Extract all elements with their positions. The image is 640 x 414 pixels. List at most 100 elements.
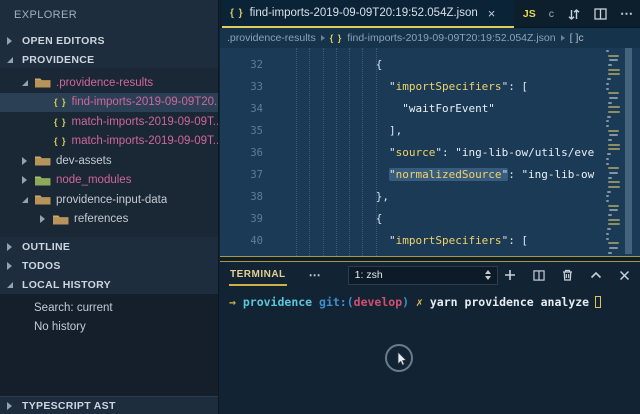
terminal-more-icon[interactable]: ⋯	[309, 268, 322, 282]
minimap-line	[604, 214, 626, 216]
line-number: 36	[220, 142, 263, 164]
minimap-line	[604, 228, 626, 230]
tree-item-match-imports-2019-09-09t-[interactable]: { }match-imports-2019-09-09T...	[0, 112, 218, 132]
code-line[interactable]: 32 {	[220, 54, 604, 76]
c-action-button[interactable]: c	[549, 8, 554, 20]
minimap-line-seg	[607, 78, 611, 80]
json-punctuation: {	[376, 58, 383, 71]
tree-item-dev-assets[interactable]: dev-assets	[0, 151, 218, 171]
new-terminal-icon[interactable]	[504, 269, 516, 281]
section-open-editors[interactable]: OPEN EDITORS	[0, 31, 218, 50]
sidebar-title: EXPLORER	[0, 0, 218, 30]
js-beautify-button[interactable]: JS	[523, 8, 536, 20]
json-string: "waitForEvent"	[402, 102, 495, 115]
json-punctuation: : [	[508, 80, 528, 93]
code-line[interactable]: 33 "importSpecifiers": [	[220, 76, 604, 98]
minimap-line-seg	[609, 209, 618, 211]
minimap-line-seg	[606, 233, 609, 235]
section-label: OUTLINE	[22, 241, 70, 253]
minimap-line	[604, 158, 626, 160]
code-line[interactable]: 36 "source": "ing-lib-ow/utils/eve	[220, 142, 604, 164]
editor-actions: JS c ⋯	[523, 0, 634, 28]
folder-icon	[35, 77, 51, 88]
close-tab-icon[interactable]: ×	[488, 6, 496, 21]
minimap-line-seg	[608, 205, 619, 207]
section-todos[interactable]: TODOS	[0, 256, 218, 275]
code-editor[interactable]: 32 {33 "importSpecifiers": [34 "waitForE…	[220, 48, 640, 256]
minimap[interactable]	[604, 50, 626, 256]
tab-find-imports-json[interactable]: { } find-imports-2019-09-09T20:19:52.054…	[222, 0, 514, 28]
code-text: "importSpecifiers": [	[283, 76, 528, 98]
tree-item-providence-input-data[interactable]: providence-input-data	[0, 190, 218, 210]
kill-terminal-icon[interactable]	[562, 269, 573, 281]
section-providence[interactable]: PROVIDENCE	[0, 50, 218, 69]
code-line[interactable]: 38 },	[220, 186, 604, 208]
code-line[interactable]: 34 "waitForEvent"	[220, 98, 604, 120]
local-history-status: No history	[0, 317, 218, 336]
minimap-line-seg	[607, 116, 611, 118]
scrollbar-thumb[interactable]	[625, 48, 632, 254]
minimap-line-seg	[608, 55, 619, 57]
minimap-line	[604, 116, 626, 118]
code-text: "importSpecifiers": [	[283, 230, 528, 252]
minimap-line-seg	[607, 228, 611, 230]
breadcrumb-separator-icon	[321, 35, 325, 41]
maximize-panel-icon[interactable]	[590, 271, 602, 279]
prompt-segment-branch: develop	[354, 295, 402, 309]
minimap-line	[604, 205, 626, 207]
tree-item-match-imports-2019-09-09t-[interactable]: { }match-imports-2019-09-09T...	[0, 132, 218, 152]
tree-item-label: providence-input-data	[56, 194, 167, 206]
minimap-line	[604, 223, 626, 225]
minimap-line	[604, 200, 626, 202]
local-history-search[interactable]: Search: current	[0, 298, 218, 317]
terminal-selector-value: 1: zsh	[355, 269, 383, 281]
code-text: {	[283, 208, 382, 230]
breadcrumb-node[interactable]: [ ]c	[570, 32, 584, 44]
section-typescript-ast[interactable]: TYPESCRIPT AST	[0, 396, 218, 414]
code-line[interactable]: 40 "importSpecifiers": [	[220, 230, 604, 252]
section-outline[interactable]: OUTLINE	[0, 237, 218, 256]
minimap-line-seg	[608, 69, 620, 71]
explorer-sidebar: EXPLORER OPEN EDITORS PROVIDENCE .provid…	[0, 0, 219, 414]
file-tree: .providence-results{ }find-imports-2019-…	[0, 68, 218, 237]
section-label: PROVIDENCE	[22, 54, 94, 66]
minimap-line	[604, 191, 626, 193]
json-file-icon: { }	[330, 33, 343, 43]
more-actions-icon[interactable]: ⋯	[620, 6, 634, 22]
quote: "	[435, 146, 442, 159]
minimap-line	[604, 172, 626, 174]
json-key: importSpecifiers	[396, 80, 502, 93]
terminal-prompt[interactable]: → providence git:(develop) ✗ yarn provid…	[229, 295, 640, 309]
minimap-line	[604, 97, 626, 99]
section-local-history[interactable]: LOCAL HISTORY	[0, 275, 218, 294]
prompt-segment-dirty: ✗	[409, 295, 430, 309]
editor-group: { } find-imports-2019-09-09T20:19:52.054…	[220, 0, 640, 414]
code-line[interactable]: 35 ],	[220, 120, 604, 142]
breadcrumb-separator-icon	[561, 35, 565, 41]
breadcrumb-file[interactable]: find-imports-2019-09-09T20:19:52.054Z.js…	[347, 32, 555, 44]
split-terminal-icon[interactable]	[533, 270, 545, 281]
tree-item-find-imports-2019-09-09t20-[interactable]: { }find-imports-2019-09-09T20...	[0, 93, 218, 113]
tree-item--providence-results[interactable]: .providence-results	[0, 73, 218, 93]
json-key: source	[396, 146, 436, 159]
line-number: 33	[220, 76, 263, 98]
sync-icon[interactable]	[567, 8, 581, 21]
code-line[interactable]: 39 {	[220, 208, 604, 230]
terminal-selector[interactable]: 1: zsh	[348, 266, 498, 285]
minimap-line	[604, 69, 626, 71]
tree-item-node-modules[interactable]: node_modules	[0, 171, 218, 191]
tree-item-references[interactable]: references	[0, 210, 218, 230]
json-key: normalizedSource	[396, 168, 502, 181]
close-panel-icon[interactable]	[619, 270, 630, 281]
breadcrumb-folder[interactable]: .providence-results	[227, 32, 316, 44]
minimap-line	[604, 111, 626, 113]
minimap-line	[604, 209, 626, 211]
minimap-line-seg	[608, 106, 620, 108]
tab-terminal[interactable]: TERMINAL	[229, 264, 287, 286]
code-line[interactable]: 37 "normalizedSource": "ing-lib-ow	[220, 164, 604, 186]
code-text: "waitForEvent"	[283, 98, 495, 120]
quote: "	[389, 234, 396, 247]
split-editor-icon[interactable]	[594, 8, 607, 20]
minimap-line	[604, 64, 626, 66]
minimap-line	[604, 219, 626, 221]
